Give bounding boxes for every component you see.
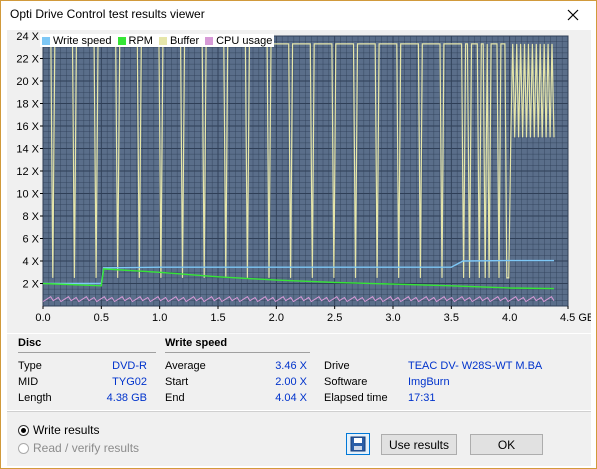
- elapsed-time-value: 17:31: [408, 392, 436, 404]
- write-speed-section-title: Write speed: [165, 337, 228, 349]
- y-tick-label: 12 X: [16, 166, 39, 178]
- y-tick-label: 2 X: [22, 279, 39, 291]
- legend-item-write-speed: Write speed: [42, 35, 112, 47]
- ok-button[interactable]: OK: [470, 434, 543, 455]
- y-tick-label: 6 X: [22, 234, 39, 246]
- x-tick-label: 0.5: [94, 312, 109, 324]
- software-label: Software: [324, 376, 368, 388]
- drive-label: Drive: [324, 360, 350, 372]
- legend-item-rpm: RPM: [117, 34, 153, 47]
- y-tick-label: 16 X: [16, 121, 39, 133]
- x-tick-label: 2.5: [327, 312, 342, 324]
- chart-area: 2 X 4 X 6 X 8 X 10 X 12 X 14 X 16 X 18 X 20 X 22 X…: [7, 30, 591, 333]
- results-viewer-window: Opti Drive Control test results viewer 2…: [0, 0, 597, 469]
- end-speed-label: End: [165, 392, 185, 404]
- legend-swatch: [158, 36, 167, 45]
- legend-swatch: [205, 36, 214, 45]
- disc-length-value: 4.38 GB: [106, 392, 147, 404]
- elapsed-time-label: Elapsed time: [324, 392, 388, 404]
- divider: [18, 352, 156, 353]
- y-tick-label: 10 X: [16, 189, 39, 201]
- radio-checked-icon: [18, 424, 29, 436]
- write-results-radio[interactable]: Write results: [18, 423, 99, 437]
- footer-panel: Write results Read / verify results Use …: [7, 411, 591, 466]
- results-info-panel: Disc Type DVD-R MID TYG02 Length 4.38 GB…: [7, 334, 591, 410]
- close-button[interactable]: [550, 1, 596, 28]
- write-speed-chart: 2 X 4 X 6 X 8 X 10 X 12 X 14 X 16 X 18 X 20 X 22 X…: [16, 31, 591, 324]
- save-icon: [350, 436, 366, 452]
- use-results-button[interactable]: Use results: [381, 434, 457, 455]
- legend-swatch: [117, 36, 126, 45]
- x-tick-label: 3.5: [444, 312, 459, 324]
- legend-swatch: [42, 36, 50, 45]
- x-tick-label: 3.0: [385, 312, 400, 324]
- y-tick-label: 22 X: [16, 54, 39, 66]
- y-tick-label: 8 X: [22, 211, 39, 223]
- close-icon: [567, 9, 579, 20]
- legend-item-buffer: Buffer: [158, 34, 200, 47]
- x-tick-label: 1.0: [152, 312, 167, 324]
- average-speed-value: 3.46 X: [275, 360, 307, 372]
- drive-value: TEAC DV- W28S-WT M.BA: [408, 360, 543, 372]
- x-tick-label: 0.0: [35, 312, 50, 324]
- y-tick-label: 14 X: [16, 144, 39, 156]
- write-results-label: Write results: [33, 423, 100, 437]
- y-tick-label: 20 X: [16, 76, 39, 88]
- radio-unchecked-icon: [18, 442, 29, 454]
- average-speed-label: Average: [165, 360, 206, 372]
- title-bar: Opti Drive Control test results viewer: [1, 1, 596, 28]
- chart-legend: Write speed RPM Buffer CPU usage: [40, 34, 275, 47]
- disc-length-label: Length: [18, 392, 52, 404]
- divider: [165, 352, 310, 353]
- start-speed-value: 2.00 X: [275, 376, 307, 388]
- read-verify-results-radio[interactable]: Read / verify results: [18, 441, 139, 455]
- end-speed-value: 4.04 X: [275, 392, 307, 404]
- software-value: ImgBurn: [408, 376, 450, 388]
- disc-mid-label: MID: [18, 376, 39, 388]
- x-tick-label: 4.0: [502, 312, 517, 324]
- y-tick-label: 18 X: [16, 99, 39, 111]
- y-tick-label: 4 X: [22, 256, 39, 268]
- legend-item-cpu-usage: CPU usage: [205, 35, 272, 47]
- read-verify-results-label: Read / verify results: [33, 441, 140, 455]
- y-tick-label: 24 X: [16, 31, 39, 43]
- legend-label: RPM: [128, 34, 153, 47]
- x-tick-label: 1.5: [210, 312, 225, 324]
- disc-type-value: DVD-R: [112, 360, 147, 372]
- x-tick-label: 2.0: [269, 312, 284, 324]
- disc-type-label: Type: [18, 360, 42, 372]
- window-title: Opti Drive Control test results viewer: [10, 7, 205, 21]
- disc-mid-value: TYG02: [112, 376, 147, 388]
- legend-label: Write speed: [53, 34, 112, 47]
- legend-label: Buffer: [169, 34, 200, 47]
- x-tick-label: 4.5 GB: [560, 312, 591, 324]
- disc-section-title: Disc: [18, 337, 42, 349]
- start-speed-label: Start: [165, 376, 189, 388]
- legend-label: CPU usage: [216, 34, 273, 47]
- save-button[interactable]: [346, 433, 370, 455]
